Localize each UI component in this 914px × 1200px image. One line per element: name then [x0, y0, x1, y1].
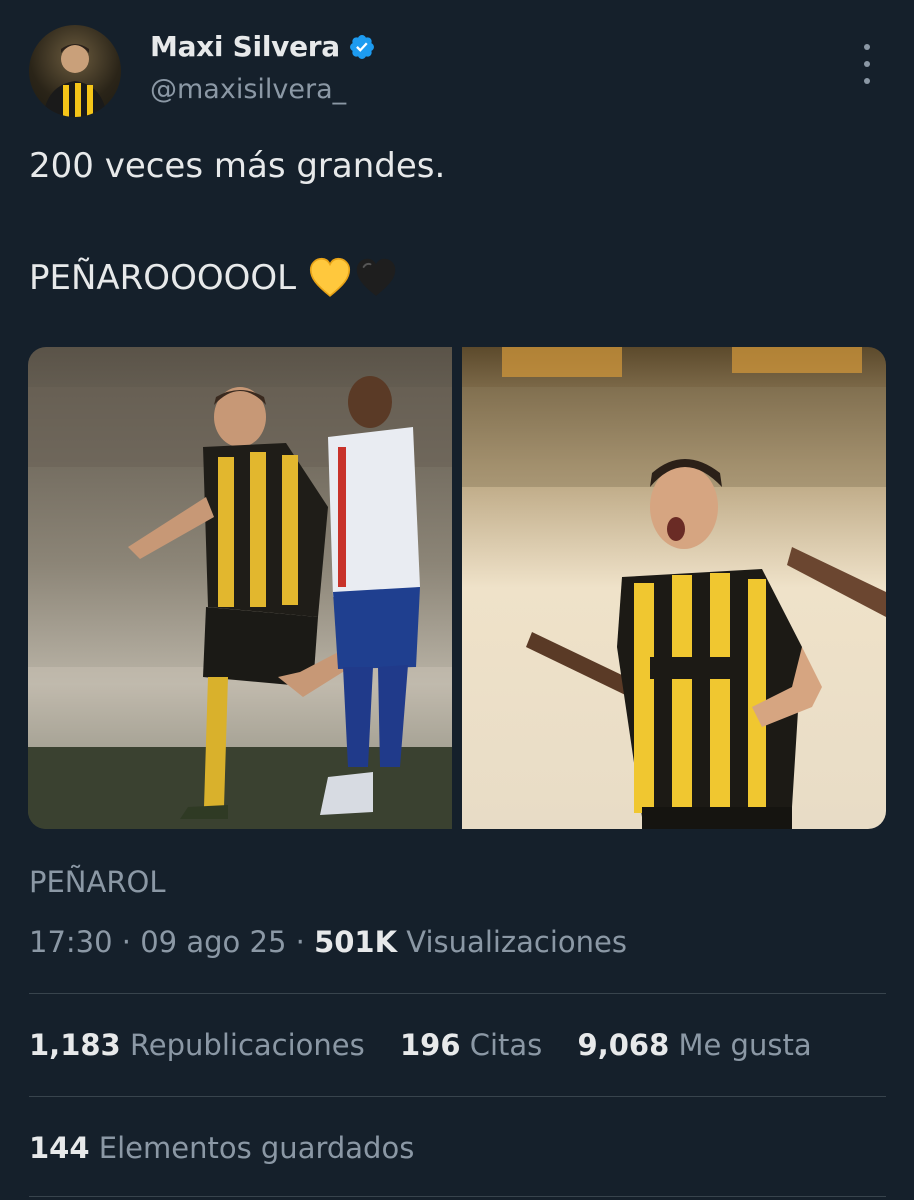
divider [29, 1196, 886, 1197]
bookmarks-count: 144 [29, 1131, 90, 1165]
quotes-label: Citas [469, 1028, 543, 1062]
author-name-row[interactable]: Maxi Silvera [150, 30, 376, 63]
reposts-count: 1,183 [29, 1028, 121, 1062]
quotes-count: 196 [399, 1028, 461, 1062]
likes-label: Me gusta [678, 1028, 812, 1062]
likes-stat[interactable]: 9,068 Me gusta [578, 1028, 812, 1062]
dot [864, 61, 870, 67]
tweet-text-line-2: PEÑAROOOOOL [29, 258, 297, 298]
avatar[interactable] [29, 25, 121, 117]
tweet-text-line-2-row: PEÑAROOOOOL [29, 256, 398, 300]
views-label: Visualizaciones [406, 925, 627, 959]
tweet-meta: 17:30 · 09 ago 25 · 501K Visualizaciones [29, 925, 627, 959]
divider [29, 993, 886, 994]
more-options-icon[interactable] [852, 44, 882, 84]
separator: · [112, 925, 141, 959]
reposts-label: Republicaciones [129, 1028, 365, 1062]
divider [29, 1096, 886, 1097]
author-name[interactable]: Maxi Silvera [150, 30, 340, 63]
author-handle[interactable]: @maxisilvera_ [150, 74, 346, 105]
bookmarks-label: Elementos guardados [98, 1131, 415, 1165]
views-count: 501K [314, 925, 398, 959]
verified-badge-icon [349, 34, 374, 59]
tweet-photo-1[interactable] [28, 347, 452, 829]
quotes-stat[interactable]: 196 Citas [400, 1028, 542, 1062]
black-heart-icon [356, 258, 396, 296]
tweet-photo-2[interactable] [462, 347, 886, 829]
bookmarks-stat[interactable]: 144 Elementos guardados [29, 1131, 414, 1165]
photo-player-celebrating-kissing-badge-icon [28, 347, 452, 829]
separator: · [286, 925, 315, 959]
yellow-heart-icon [309, 257, 351, 297]
photo-player-shouting-celebration-icon [462, 347, 886, 829]
player-photo-avatar-icon [43, 44, 107, 117]
tweet-date[interactable]: 09 ago 25 [140, 925, 286, 959]
dot [864, 78, 870, 84]
tweet-text-line-1: 200 veces más grandes. [29, 146, 446, 186]
tweet-label[interactable]: PEÑAROL [29, 865, 165, 899]
engagement-stats: 1,183 Republicaciones 196 Citas 9,068 Me… [29, 1028, 838, 1062]
tweet-time[interactable]: 17:30 [29, 925, 113, 959]
dot [864, 44, 870, 50]
likes-count: 9,068 [577, 1028, 670, 1062]
reposts-stat[interactable]: 1,183 Republicaciones [29, 1028, 365, 1062]
